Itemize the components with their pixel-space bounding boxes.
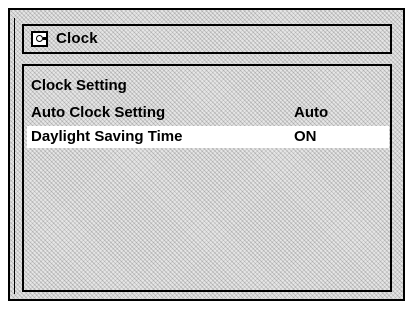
menu-item-label: Auto Clock Setting — [31, 104, 166, 121]
clock-menu-panel: Clock Setting Auto Clock Setting Auto Da… — [22, 64, 392, 292]
screen-edge-line — [14, 18, 15, 294]
page-title: Clock — [56, 30, 98, 47]
menu-item-value: Auto — [294, 104, 329, 121]
menu-heading: Clock Setting — [31, 77, 127, 94]
menu-item-daylight-saving-time[interactable]: Daylight Saving Time ON — [27, 126, 389, 148]
menu-item-auto-clock-setting[interactable]: Auto Clock Setting Auto — [27, 102, 389, 124]
title-bar: Clock — [22, 24, 392, 54]
clock-icon — [31, 31, 48, 47]
menu-item-label: Daylight Saving Time — [31, 128, 183, 145]
clock-settings-screen: Clock Clock Setting Auto Clock Setting A… — [8, 8, 405, 301]
menu-item-value: ON — [294, 128, 317, 145]
